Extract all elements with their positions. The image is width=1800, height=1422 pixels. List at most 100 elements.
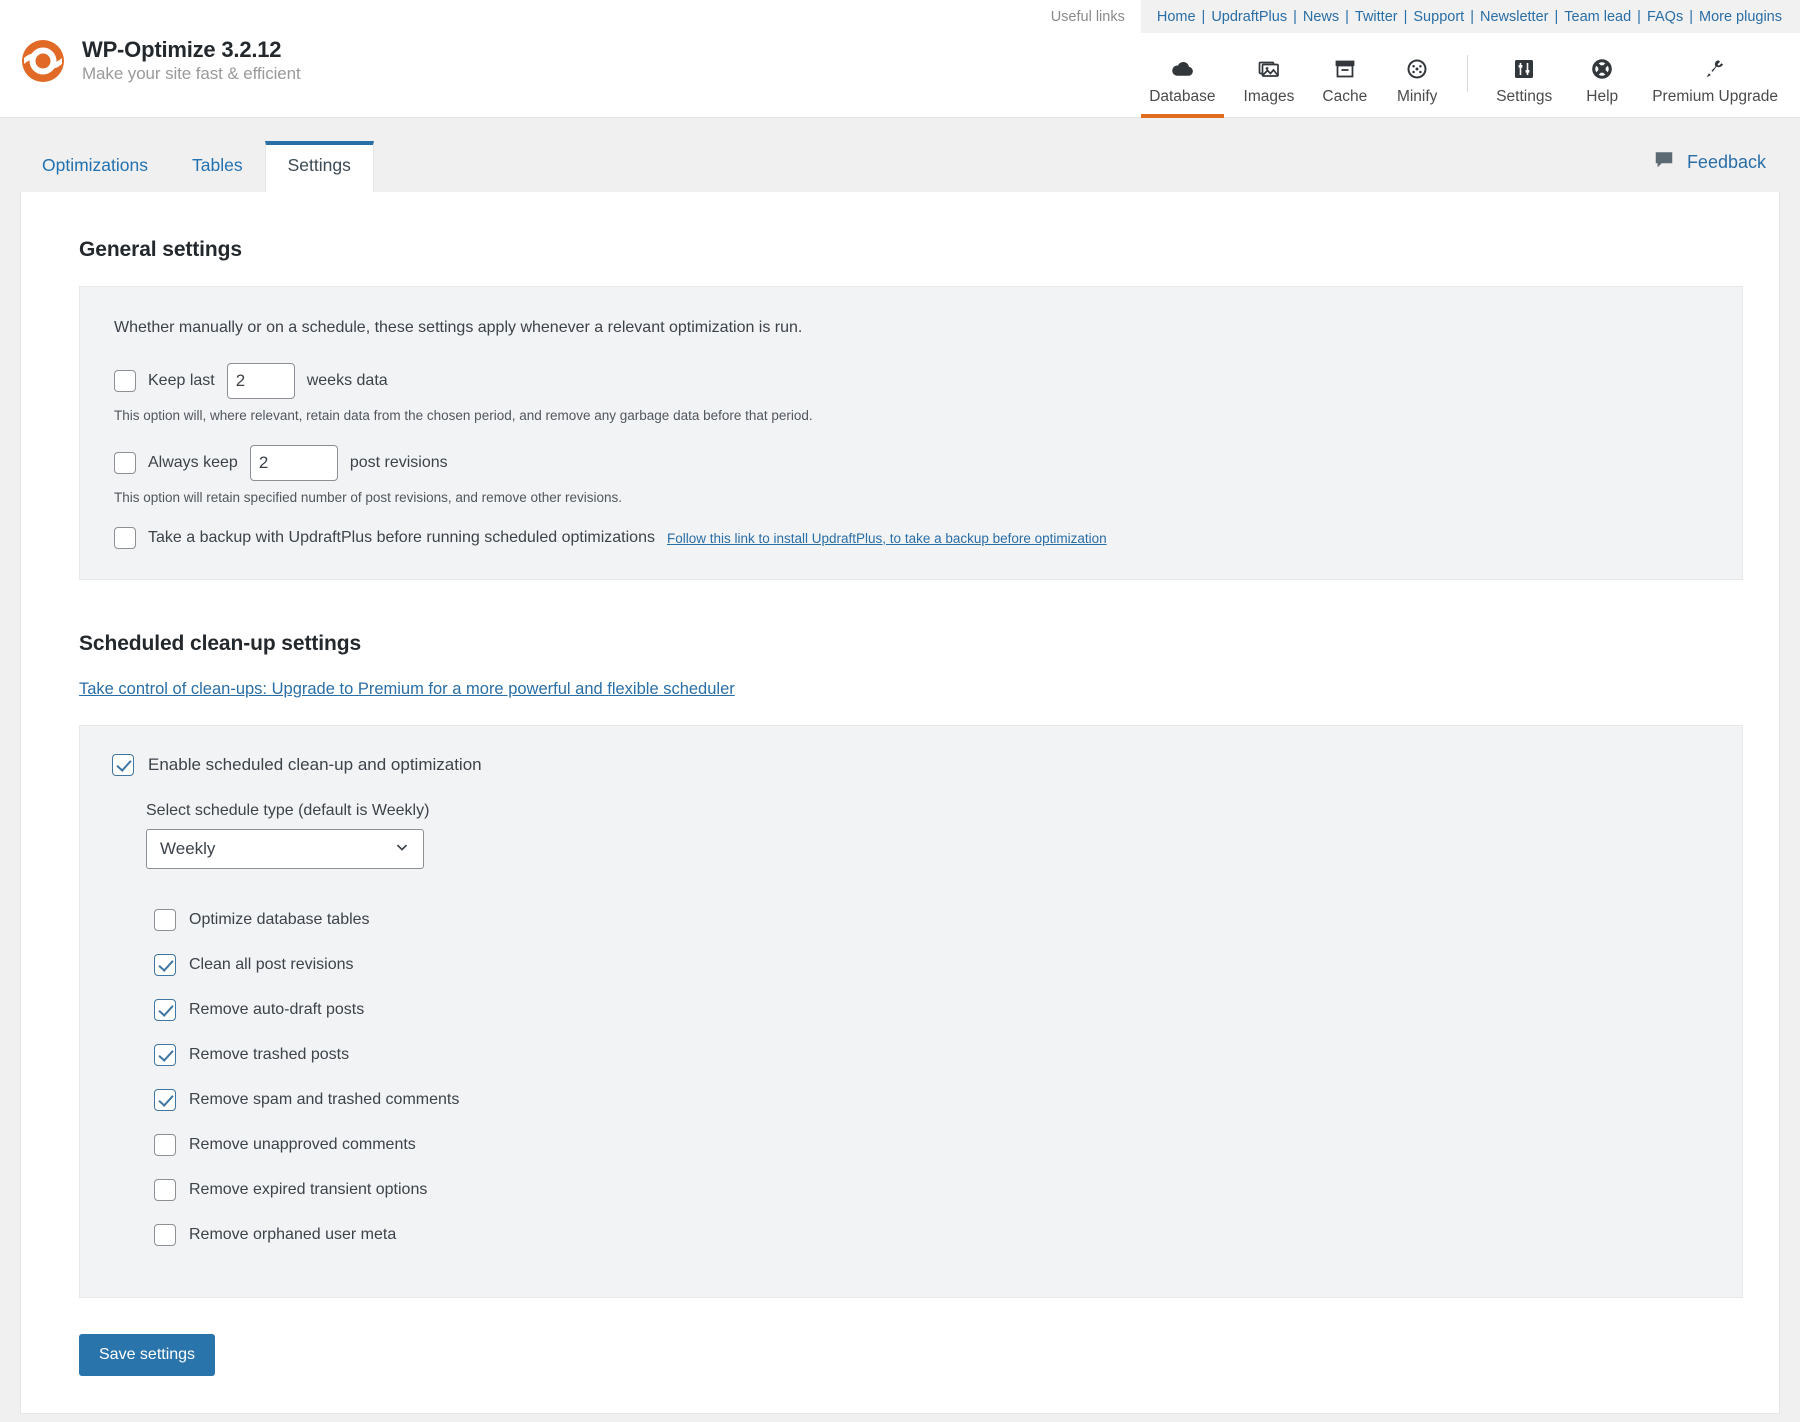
install-updraftplus-link[interactable]: Follow this link to install UpdraftPlus,… xyxy=(667,531,1107,546)
scheduled-option-row[interactable]: Remove expired transient options xyxy=(154,1167,1712,1212)
nav-label: Cache xyxy=(1322,88,1367,106)
scheduled-option-checkbox[interactable] xyxy=(154,954,176,976)
useful-links-separator: | xyxy=(1398,9,1414,25)
useful-links-separator: | xyxy=(1464,9,1480,25)
scheduled-option-checkbox[interactable] xyxy=(154,1179,176,1201)
speech-bubble-icon xyxy=(1653,149,1675,176)
speedometer-icon xyxy=(1404,56,1430,82)
scheduled-option-row[interactable]: Clean all post revisions xyxy=(154,942,1712,987)
tab-label: Settings xyxy=(288,155,351,175)
tab-optimizations[interactable]: Optimizations xyxy=(20,141,170,192)
chevron-down-icon xyxy=(393,838,411,861)
schedule-type-value: Weekly xyxy=(160,839,215,859)
useful-link-support[interactable]: Support xyxy=(1413,9,1464,25)
useful-link-faqs[interactable]: FAQs xyxy=(1647,9,1683,25)
useful-link-updraftplus[interactable]: UpdraftPlus xyxy=(1211,9,1287,25)
backup-label: Take a backup with UpdraftPlus before ru… xyxy=(148,529,655,547)
feedback-label: Feedback xyxy=(1687,152,1766,173)
scheduled-option-checkbox[interactable] xyxy=(154,1089,176,1111)
tab-tables[interactable]: Tables xyxy=(170,141,265,192)
scheduled-option-row[interactable]: Optimize database tables xyxy=(154,897,1712,942)
images-icon xyxy=(1256,56,1282,82)
feedback-link[interactable]: Feedback xyxy=(1653,149,1766,176)
useful-links-separator: | xyxy=(1631,9,1647,25)
scheduled-option-row[interactable]: Remove spam and trashed comments xyxy=(154,1077,1712,1122)
nav-label: Help xyxy=(1586,88,1618,106)
brand: WP-Optimize 3.2.12 Make your site fast &… xyxy=(18,36,301,86)
scheduled-option-checkbox[interactable] xyxy=(154,1134,176,1156)
tab-list: Optimizations Tables Settings xyxy=(0,141,374,192)
useful-link-team-lead[interactable]: Team lead xyxy=(1564,9,1631,25)
general-settings-panel: Whether manually or on a schedule, these… xyxy=(79,286,1743,580)
sliders-icon xyxy=(1511,56,1537,82)
scheduled-settings-panel: Enable scheduled clean-up and optimizati… xyxy=(79,725,1743,1298)
useful-links-label: Useful links xyxy=(1051,9,1141,25)
backup-row: Take a backup with UpdraftPlus before ru… xyxy=(114,527,1712,549)
scheduled-option-checkbox[interactable] xyxy=(154,909,176,931)
useful-links-separator: | xyxy=(1683,9,1699,25)
keep-last-checkbox[interactable] xyxy=(114,370,136,392)
nav-divider xyxy=(1467,55,1468,92)
scheduled-option-row[interactable]: Remove auto-draft posts xyxy=(154,987,1712,1032)
nav-item-minify[interactable]: Minify xyxy=(1381,33,1453,118)
enable-scheduled-checkbox[interactable] xyxy=(112,754,134,776)
scheduled-option-label: Remove unapproved comments xyxy=(189,1136,416,1154)
life-ring-icon xyxy=(1589,56,1615,82)
scheduled-option-checkbox[interactable] xyxy=(154,999,176,1021)
useful-link-twitter[interactable]: Twitter xyxy=(1355,9,1398,25)
nav-label: Images xyxy=(1244,88,1295,106)
useful-links-separator: | xyxy=(1287,9,1303,25)
useful-link-newsletter[interactable]: Newsletter xyxy=(1480,9,1549,25)
useful-link-more-plugins[interactable]: More plugins xyxy=(1699,9,1782,25)
always-keep-prefix-label: Always keep xyxy=(148,454,238,472)
nav-label: Database xyxy=(1149,88,1215,106)
scheduled-options-list: Optimize database tables Clean all post r… xyxy=(154,897,1712,1257)
nav-item-images[interactable]: Images xyxy=(1230,33,1309,118)
scheduled-option-checkbox[interactable] xyxy=(154,1224,176,1246)
keep-last-weeks-input[interactable] xyxy=(227,363,295,399)
scheduled-option-label: Remove spam and trashed comments xyxy=(189,1091,459,1109)
schedule-type-group: Select schedule type (default is Weekly)… xyxy=(146,802,1712,1257)
nav-item-premium-upgrade[interactable]: Premium Upgrade xyxy=(1638,33,1800,118)
useful-link-home[interactable]: Home xyxy=(1157,9,1196,25)
keep-last-suffix-label: weeks data xyxy=(307,372,388,390)
always-keep-checkbox[interactable] xyxy=(114,452,136,474)
enable-scheduled-label: Enable scheduled clean-up and optimizati… xyxy=(148,755,482,775)
wp-optimize-logo-icon xyxy=(18,36,68,86)
keep-last-prefix-label: Keep last xyxy=(148,372,215,390)
useful-links-list: Home|UpdraftPlus|News|Twitter|Support|Ne… xyxy=(1141,0,1800,33)
backup-checkbox[interactable] xyxy=(114,527,136,549)
premium-upgrade-link[interactable]: Take control of clean-ups: Upgrade to Pr… xyxy=(79,680,735,699)
scheduled-option-label: Clean all post revisions xyxy=(189,956,354,974)
scheduled-option-label: Optimize database tables xyxy=(189,911,370,929)
nav-label: Settings xyxy=(1496,88,1552,106)
schedule-type-select[interactable]: Weekly xyxy=(146,829,424,869)
always-keep-revisions-input[interactable] xyxy=(250,445,338,481)
card-bottom-divider xyxy=(57,1416,1743,1417)
scheduled-option-label: Remove expired transient options xyxy=(189,1181,427,1199)
plug-icon xyxy=(1702,56,1728,82)
scheduled-option-row[interactable]: Remove orphaned user meta xyxy=(154,1212,1712,1257)
main-navigation: Database Images xyxy=(1135,33,1800,118)
scheduled-option-checkbox[interactable] xyxy=(154,1044,176,1066)
useful-links-bar: Useful links Home|UpdraftPlus|News|Twitt… xyxy=(0,0,1800,33)
nav-item-database[interactable]: Database xyxy=(1135,33,1229,118)
nav-label: Premium Upgrade xyxy=(1652,88,1778,106)
nav-group-secondary: Settings Help Premium Upgrade xyxy=(1482,33,1800,118)
archive-box-icon xyxy=(1332,56,1358,82)
scheduled-option-row[interactable]: Remove unapproved comments xyxy=(154,1122,1712,1167)
nav-item-cache[interactable]: Cache xyxy=(1308,33,1381,118)
keep-last-row: Keep last weeks data xyxy=(114,363,1712,399)
nav-label: Minify xyxy=(1397,88,1437,106)
useful-link-news[interactable]: News xyxy=(1303,9,1339,25)
scheduled-option-label: Remove auto-draft posts xyxy=(189,1001,364,1019)
tab-settings[interactable]: Settings xyxy=(265,141,374,192)
nav-item-help[interactable]: Help xyxy=(1566,33,1638,118)
save-settings-button[interactable]: Save settings xyxy=(79,1334,215,1376)
nav-item-settings[interactable]: Settings xyxy=(1482,33,1566,118)
nav-group-primary: Database Images xyxy=(1135,33,1453,118)
keep-last-help-text: This option will, where relevant, retain… xyxy=(114,408,1712,423)
scheduled-option-row[interactable]: Remove trashed posts xyxy=(154,1032,1712,1077)
schedule-type-label: Select schedule type (default is Weekly) xyxy=(146,802,1712,820)
brand-tagline: Make your site fast & efficient xyxy=(82,65,301,84)
